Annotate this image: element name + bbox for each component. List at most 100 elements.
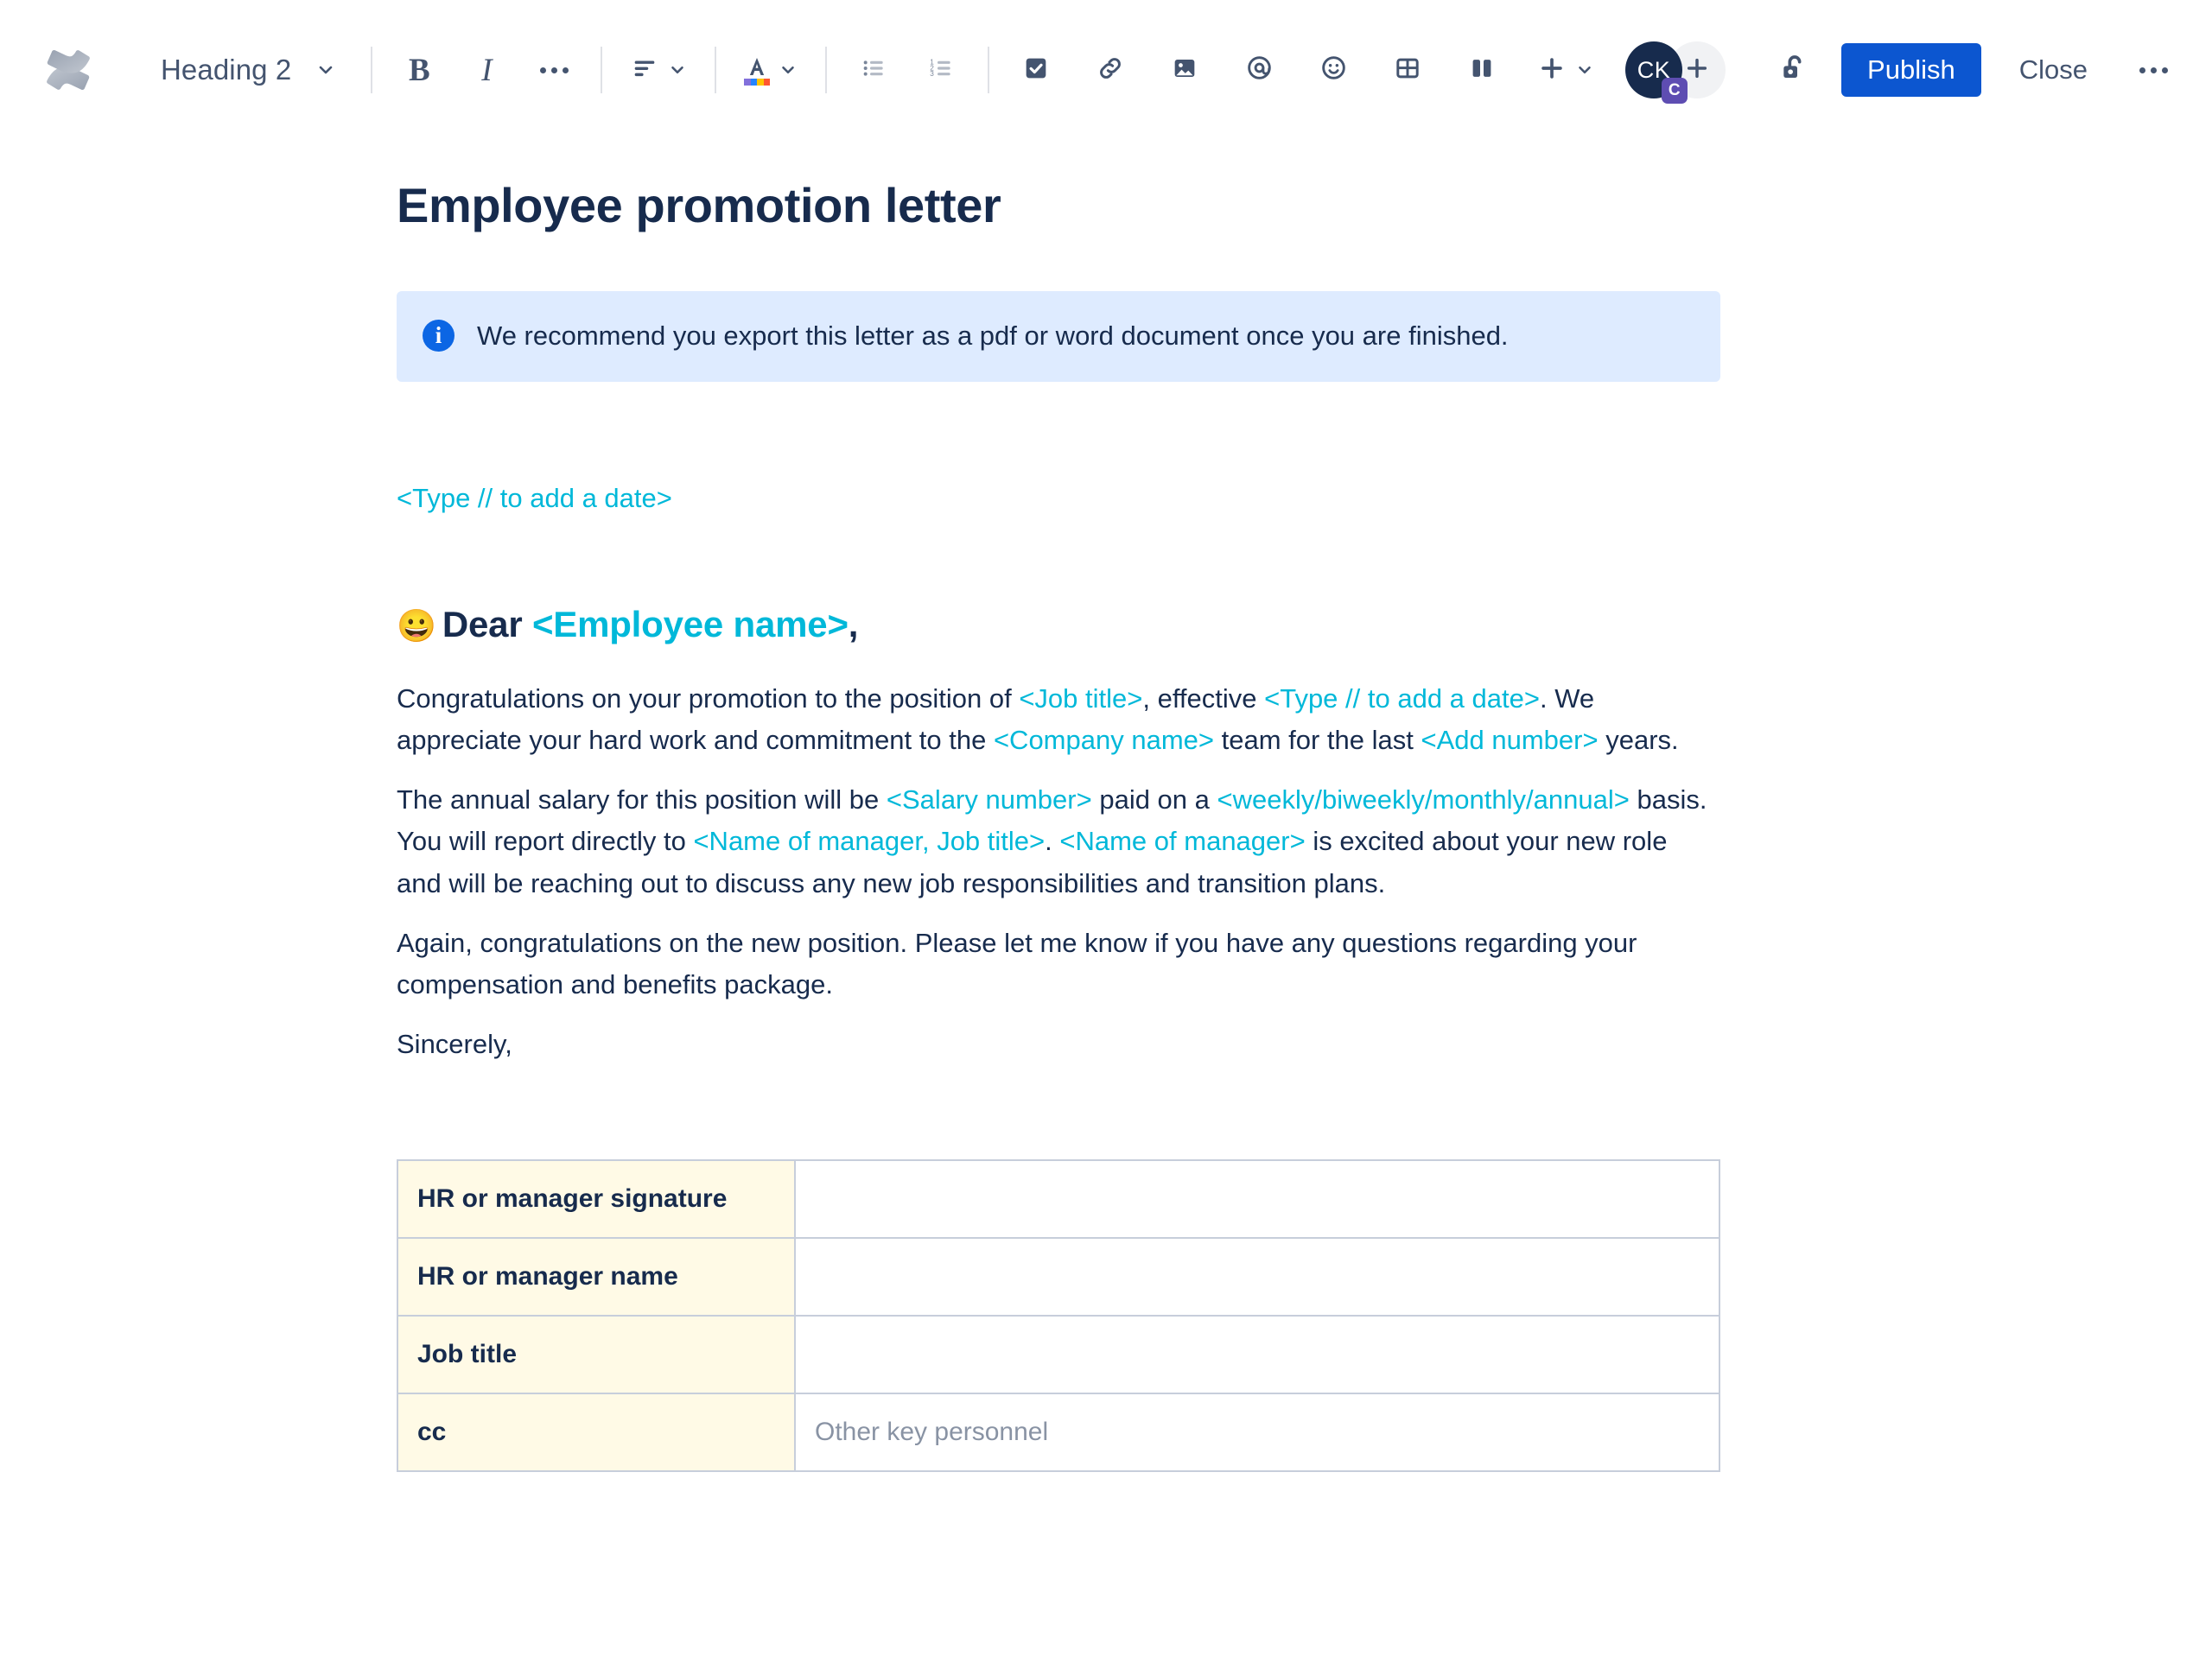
inline-placeholder: <Name of manager> <box>1059 826 1306 857</box>
salutation-prefix: Dear <box>442 603 532 644</box>
toolbar-divider <box>988 47 990 93</box>
table-row-label[interactable]: HR or manager name <box>397 1236 796 1317</box>
text-style-dropdown[interactable]: Heading 2 <box>142 43 352 97</box>
cell-placeholder: Other key personnel <box>815 1417 1049 1446</box>
chevron-down-icon <box>779 60 798 79</box>
columns-layout-icon <box>1468 54 1496 86</box>
paragraph-text: , effective <box>1142 683 1265 714</box>
paragraph-text: The annual salary for this position will… <box>397 784 887 815</box>
salutation-suffix: , <box>848 603 859 644</box>
text-color-icon <box>744 55 771 86</box>
at-mention-icon <box>1245 54 1274 86</box>
plus-icon <box>1683 54 1711 86</box>
emoji-icon <box>1319 54 1348 86</box>
toolbar-divider <box>825 47 828 93</box>
avatar-badge: C <box>1662 78 1688 104</box>
checkbox-icon <box>1022 54 1050 86</box>
table-row-value[interactable] <box>794 1314 1720 1394</box>
page-title[interactable]: Employee promotion letter <box>397 176 1719 234</box>
letter-paragraph[interactable]: Again, congratulations on the new positi… <box>397 923 1719 1006</box>
table-spacer <box>397 1083 1719 1159</box>
document-content: Employee promotion letter i We recommend… <box>397 176 1720 1472</box>
letter-paragraph[interactable]: The annual salary for this position will… <box>397 779 1719 904</box>
inline-placeholder: <Type // to add a date> <box>1264 683 1540 714</box>
info-panel: i We recommend you export this letter as… <box>397 291 1720 383</box>
chevron-down-icon <box>668 60 687 79</box>
svg-text:3: 3 <box>931 70 935 78</box>
table-icon <box>1394 54 1421 86</box>
paragraph-text: Sincerely, <box>397 1028 512 1059</box>
table-row-label[interactable]: cc <box>397 1392 796 1472</box>
italic-icon: I <box>481 52 493 88</box>
toolbar-divider <box>715 47 717 93</box>
paragraph-text: team for the last <box>1214 725 1421 756</box>
letter-paragraph[interactable]: Sincerely, <box>397 1024 1719 1065</box>
bold-button[interactable]: B <box>391 42 447 98</box>
paragraph-text: . <box>1045 826 1060 857</box>
image-button[interactable] <box>1157 42 1212 98</box>
confluence-logo-icon[interactable] <box>35 36 102 104</box>
inline-placeholder: <Job title> <box>1019 683 1143 714</box>
toolbar-list-group: 1 2 3 <box>846 42 969 98</box>
more-formatting-button[interactable] <box>526 42 582 98</box>
letter-paragraph[interactable]: Congratulations on your promotion to the… <box>397 678 1719 761</box>
publish-button[interactable]: Publish <box>1841 43 1981 97</box>
text-style-label: Heading 2 <box>161 54 292 86</box>
plus-icon <box>1537 54 1567 87</box>
bold-icon: B <box>409 52 430 88</box>
toolbar-left-group: Heading 2 <box>35 36 352 104</box>
text-align-button[interactable] <box>621 42 696 98</box>
insert-button[interactable] <box>1529 42 1603 98</box>
date-placeholder[interactable]: <Type // to add a date> <box>397 479 1719 519</box>
table-row-value[interactable] <box>794 1158 1720 1239</box>
action-item-button[interactable] <box>1008 42 1064 98</box>
align-left-icon <box>630 54 659 87</box>
inline-placeholder: <Company name> <box>993 725 1214 756</box>
paragraph-text: paid on a <box>1091 784 1217 815</box>
close-button[interactable]: Close <box>1997 43 2110 97</box>
bullet-list-icon <box>860 54 887 86</box>
table-row-label[interactable]: HR or manager signature <box>397 1158 796 1239</box>
toolbar-divider <box>371 47 373 93</box>
emoji-button[interactable] <box>1306 42 1361 98</box>
layout-button[interactable] <box>1454 42 1510 98</box>
table-row-value[interactable] <box>794 1236 1720 1317</box>
text-color-button[interactable] <box>735 42 806 98</box>
link-icon <box>1096 54 1124 86</box>
salutation[interactable]: 😀 Dear <Employee name>, <box>397 600 1719 650</box>
table-row-label[interactable]: Job title <box>397 1314 796 1394</box>
toolbar-divider <box>601 47 603 93</box>
bullet-list-button[interactable] <box>846 42 901 98</box>
toolbar-text-format-group: B I <box>391 42 582 98</box>
employee-name-placeholder: <Employee name> <box>531 603 849 644</box>
paragraph-text: Congratulations on your promotion to the… <box>397 683 1020 714</box>
unlock-icon <box>1777 51 1812 90</box>
mention-button[interactable] <box>1231 42 1287 98</box>
restrictions-button[interactable] <box>1767 42 1822 98</box>
inline-placeholder: <Name of manager, Job title> <box>693 826 1046 857</box>
inline-placeholder: <weekly/biweekly/monthly/annual> <box>1217 784 1630 815</box>
italic-button[interactable]: I <box>459 42 514 98</box>
paragraph-text: years. <box>1598 725 1679 756</box>
chevron-down-icon <box>1575 60 1594 79</box>
paragraph-text: Again, congratulations on the new positi… <box>397 927 1637 999</box>
letter-paragraphs: Congratulations on your promotion to the… <box>397 678 1719 1064</box>
table-button[interactable] <box>1380 42 1435 98</box>
image-icon <box>1171 54 1198 86</box>
numbered-list-icon: 1 2 3 <box>927 54 955 86</box>
avatar[interactable]: CK C <box>1625 41 1688 104</box>
toolbar-format-group: B I 1 2 3 <box>391 42 1625 98</box>
table-row: HR or manager signature <box>397 1158 1720 1239</box>
more-options-button[interactable] <box>2126 42 2181 98</box>
document-body: Employee promotion letter i We recommend… <box>0 140 2212 1472</box>
signature-table: HR or manager signature HR or manager nam… <box>397 1158 1720 1472</box>
table-row-value[interactable]: Other key personnel <box>794 1392 1720 1472</box>
numbered-list-button[interactable]: 1 2 3 <box>913 42 969 98</box>
link-button[interactable] <box>1083 42 1138 98</box>
inline-placeholder: <Salary number> <box>886 784 1092 815</box>
table-row: HR or manager name <box>397 1236 1720 1317</box>
grinning-face-emoji-icon: 😀 <box>397 607 436 644</box>
collaborators: CK C <box>1625 41 1726 104</box>
ellipsis-icon <box>539 67 569 73</box>
info-panel-text: We recommend you export this letter as a… <box>477 320 1509 352</box>
